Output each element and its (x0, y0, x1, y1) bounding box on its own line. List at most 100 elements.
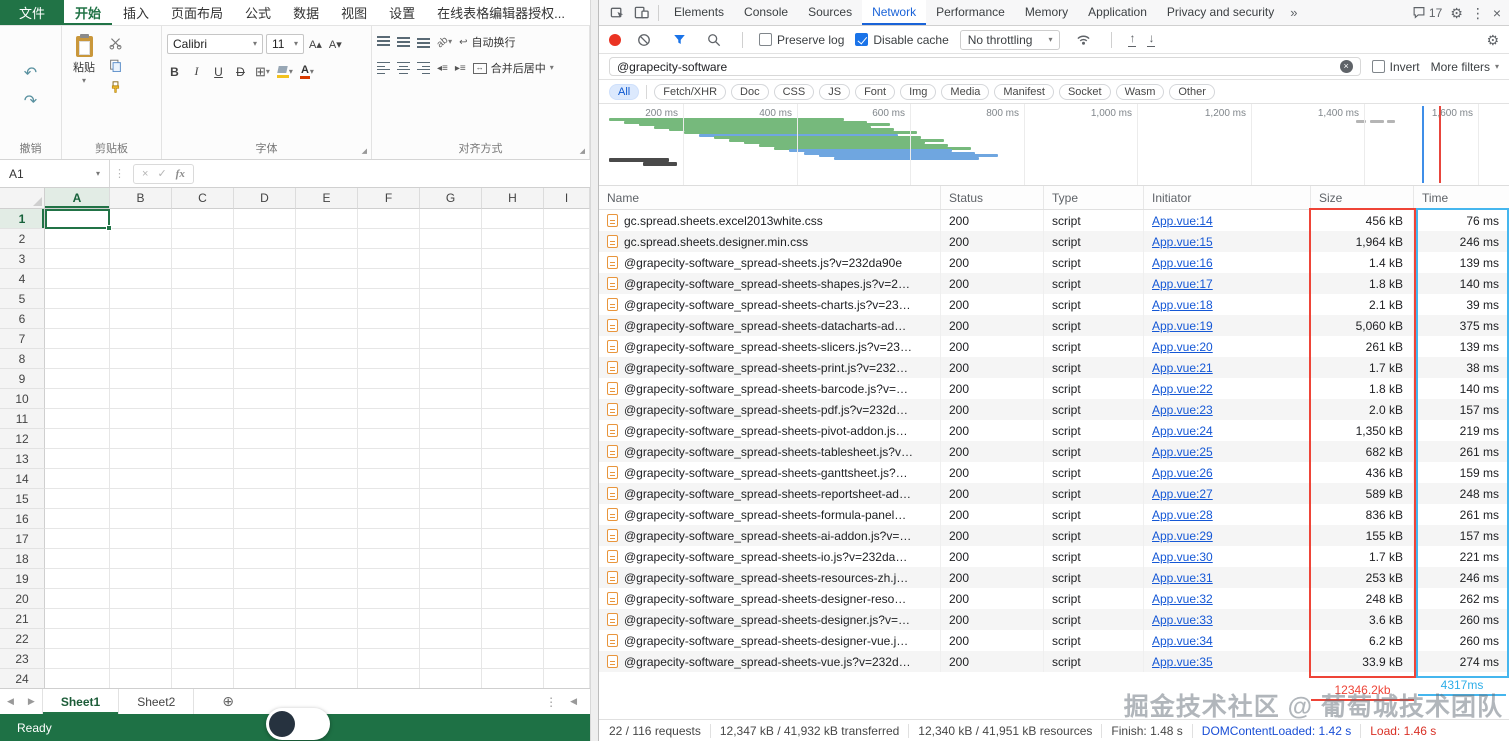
grid-cell[interactable] (45, 469, 110, 489)
grid-cell[interactable] (420, 229, 482, 249)
grid-cell[interactable] (482, 629, 544, 649)
grid-cell[interactable] (296, 529, 358, 549)
grid-cell[interactable] (482, 289, 544, 309)
grid-cell[interactable] (45, 669, 110, 688)
devtools-tab[interactable]: Network (862, 0, 927, 25)
network-request-row[interactable]: @grapecity-software_spread-sheets-gantts… (599, 462, 1509, 483)
bold-button[interactable]: B (167, 65, 182, 79)
menu-tab[interactable]: 在线表格编辑器授权... (426, 0, 576, 25)
sheet-tab[interactable]: Sheet2 (119, 689, 195, 714)
grid-cell[interactable] (296, 569, 358, 589)
grid-cell[interactable] (172, 389, 234, 409)
grid-cell[interactable] (420, 409, 482, 429)
grid-cell[interactable] (482, 369, 544, 389)
row-header[interactable]: 1 (0, 209, 45, 229)
grid-cell[interactable] (45, 209, 110, 229)
invert-checkbox[interactable]: Invert (1371, 60, 1420, 74)
close-devtools-icon[interactable]: × (1493, 6, 1501, 20)
grid-cell[interactable] (234, 369, 296, 389)
device-toolbar-icon[interactable] (629, 2, 653, 24)
grid-cell[interactable] (482, 429, 544, 449)
grid-cell[interactable] (358, 609, 420, 629)
network-conditions-icon[interactable] (1071, 29, 1095, 51)
filter-chip[interactable]: Media (941, 83, 990, 100)
grid-cell[interactable] (234, 389, 296, 409)
initiator-link[interactable]: App.vue:24 (1152, 424, 1213, 438)
grid-cell[interactable] (358, 449, 420, 469)
grid-cell[interactable] (172, 289, 234, 309)
grid-cell[interactable] (45, 389, 110, 409)
grid-cell[interactable] (296, 549, 358, 569)
grid-cell[interactable] (296, 209, 358, 229)
fill-color-button[interactable]: ▾ (276, 66, 293, 78)
grid-cell[interactable] (110, 429, 172, 449)
add-sheet-button[interactable]: ⊕ (222, 693, 234, 710)
align-center-button[interactable] (397, 62, 410, 74)
grid-cell[interactable] (358, 209, 420, 229)
grid-cell[interactable] (296, 429, 358, 449)
grid-cell[interactable] (172, 449, 234, 469)
grid-cell[interactable] (172, 509, 234, 529)
grid-cell[interactable] (172, 329, 234, 349)
row-header[interactable]: 12 (0, 429, 45, 449)
sheet-menu-kebab-icon[interactable]: ⋮ (545, 695, 557, 709)
search-icon[interactable] (702, 29, 726, 51)
grid-cell[interactable] (296, 609, 358, 629)
grid-cell[interactable] (45, 449, 110, 469)
underline-button[interactable]: U (211, 65, 226, 79)
grid-cell[interactable] (110, 389, 172, 409)
network-request-row[interactable]: gc.spread.sheets.excel2013white.css 200 sc… (599, 210, 1509, 231)
format-painter-button[interactable] (109, 81, 122, 94)
borders-button[interactable]: ⊞ ▾ (255, 65, 270, 78)
network-request-row[interactable]: @grapecity-software_spread-sheets.js?v=2… (599, 252, 1509, 273)
grid-cell[interactable] (544, 489, 590, 509)
network-request-row[interactable]: @grapecity-software_spread-sheets-barcod… (599, 378, 1509, 399)
grid-cell[interactable] (482, 469, 544, 489)
grid-cell[interactable] (420, 489, 482, 509)
merge-center-button[interactable]: ↔ 合并后居中 ▾ (472, 60, 554, 76)
strikethrough-button[interactable]: D (233, 65, 248, 79)
initiator-link[interactable]: App.vue:27 (1152, 487, 1213, 501)
grid-cell[interactable] (172, 569, 234, 589)
grid-cell[interactable] (234, 289, 296, 309)
alignment-dialog-launcher-icon[interactable]: ◢ (580, 147, 585, 155)
grid-cell[interactable] (358, 229, 420, 249)
copy-button[interactable] (109, 59, 122, 72)
text-orientation-button[interactable]: ab ▾ (435, 34, 452, 50)
throttling-select[interactable]: No throttling ▾ (959, 29, 1061, 50)
initiator-link[interactable]: App.vue:25 (1152, 445, 1213, 459)
grid-cell[interactable] (110, 249, 172, 269)
row-header[interactable]: 9 (0, 369, 45, 389)
grid-cell[interactable] (420, 269, 482, 289)
column-header-status[interactable]: Status (941, 186, 1044, 209)
initiator-link[interactable]: App.vue:19 (1152, 319, 1213, 333)
grid-cell[interactable] (45, 649, 110, 669)
filter-chip[interactable]: Fetch/XHR (654, 83, 727, 100)
menu-tab[interactable]: 设置 (378, 0, 426, 25)
grid-cell[interactable] (234, 249, 296, 269)
network-request-row[interactable]: @grapecity-software_spread-sheets-datach… (599, 315, 1509, 336)
filter-chip[interactable]: Socket (1058, 83, 1111, 100)
grid-cell[interactable] (296, 629, 358, 649)
grid-cell[interactable] (482, 249, 544, 269)
grid-cell[interactable] (544, 649, 590, 669)
grid-cell[interactable] (544, 329, 590, 349)
grid-cell[interactable] (45, 569, 110, 589)
initiator-link[interactable]: App.vue:21 (1152, 361, 1213, 375)
filter-chip[interactable]: CSS (773, 83, 815, 100)
column-header[interactable]: C (172, 188, 234, 209)
grid-cell[interactable] (420, 249, 482, 269)
grid-cell[interactable] (234, 509, 296, 529)
column-header[interactable]: I (544, 188, 590, 209)
grid-cell[interactable] (358, 329, 420, 349)
network-request-row[interactable]: @grapecity-software_spread-sheets-vue.js… (599, 651, 1509, 672)
grid-cell[interactable] (172, 229, 234, 249)
grid-cell[interactable] (45, 249, 110, 269)
grid-cell[interactable] (110, 269, 172, 289)
filter-chip[interactable]: Doc (731, 83, 769, 100)
grid-cell[interactable] (45, 589, 110, 609)
grid-cell[interactable] (296, 369, 358, 389)
grid-cell[interactable] (172, 209, 234, 229)
grid-cell[interactable] (420, 469, 482, 489)
network-request-row[interactable]: @grapecity-software_spread-sheets-charts… (599, 294, 1509, 315)
